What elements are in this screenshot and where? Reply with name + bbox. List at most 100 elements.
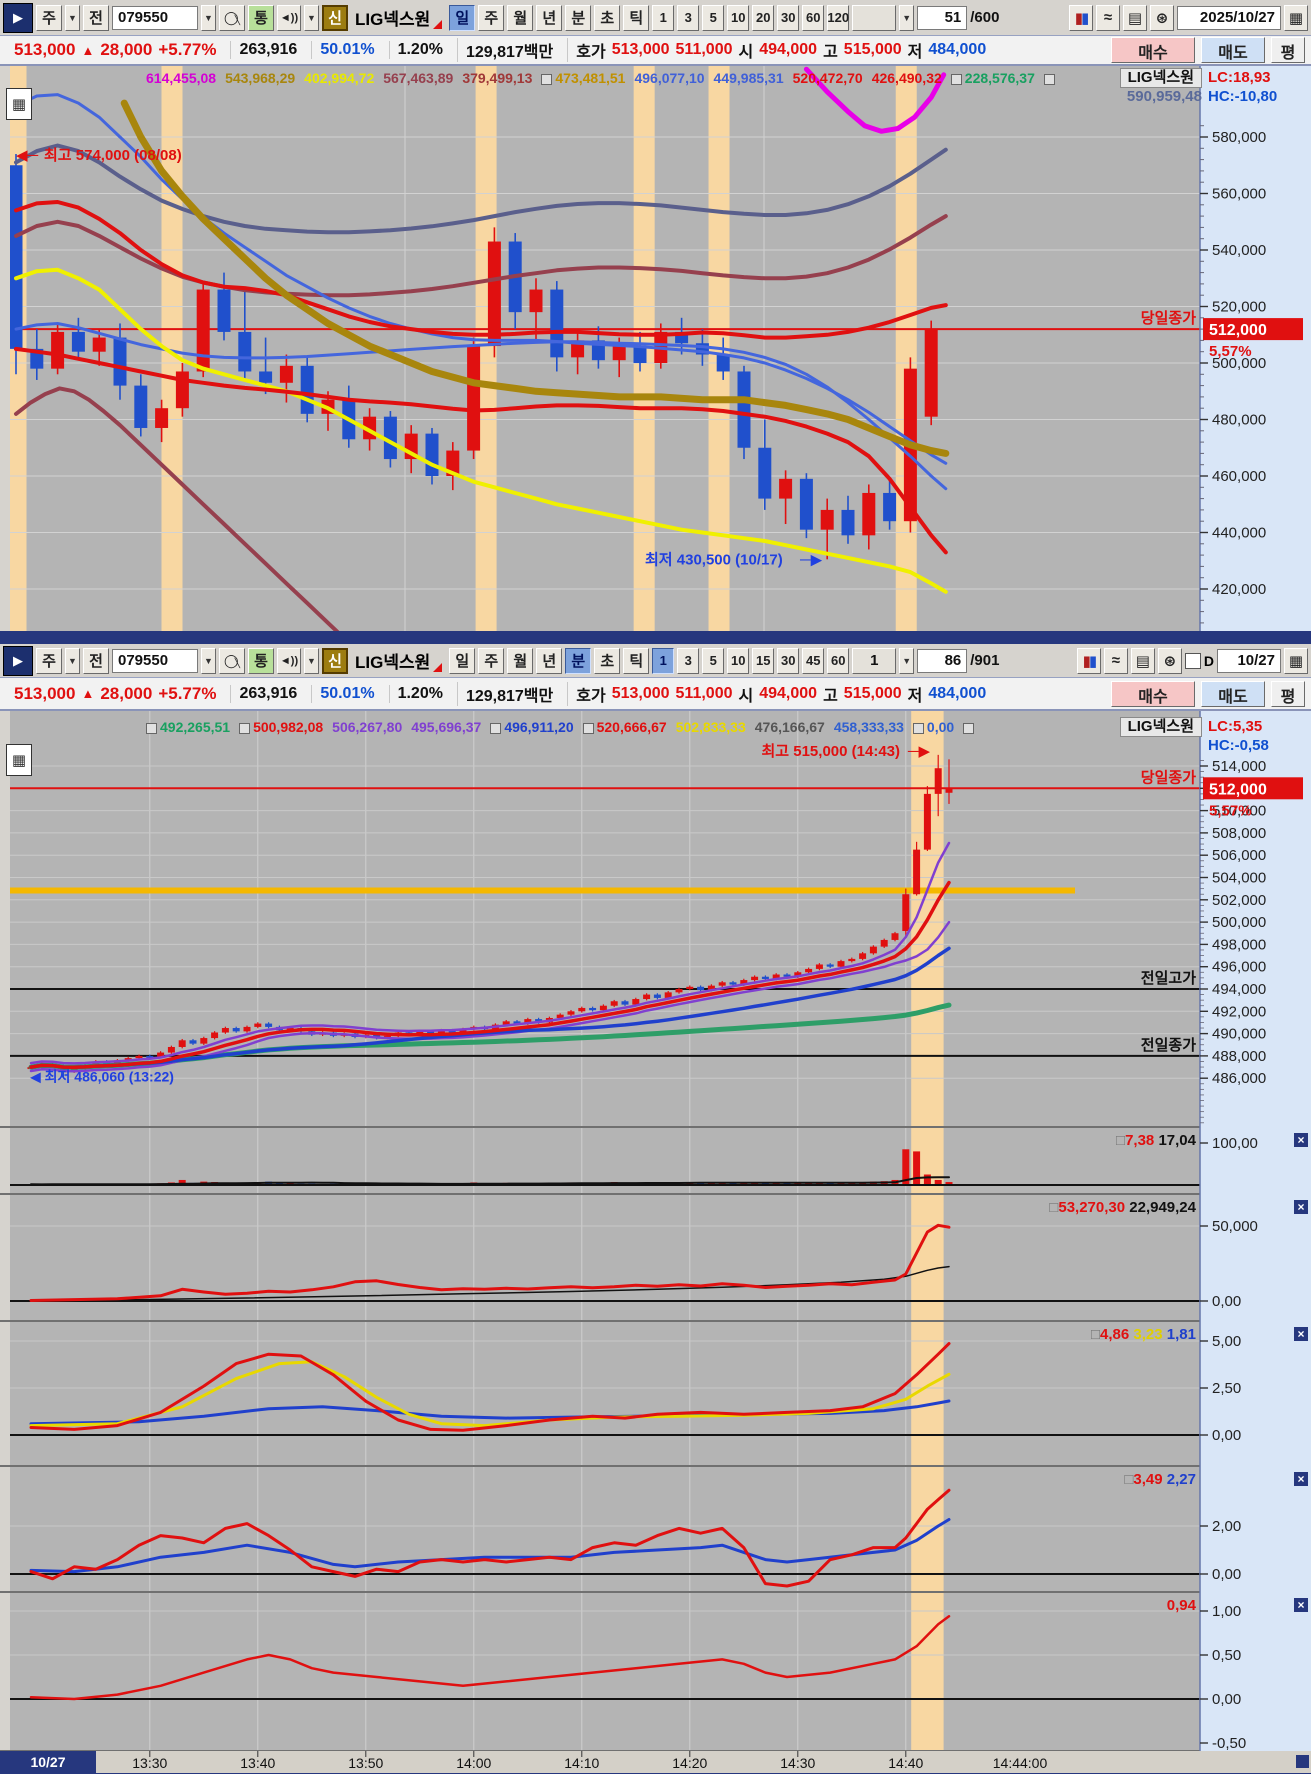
svg-text:×: × [1297,1200,1304,1214]
interval-button-60[interactable]: 60 [827,647,850,674]
window-switch-icon[interactable]: ▶ [3,645,33,676]
interval-button-10[interactable]: 10 [727,4,750,31]
period-week-button[interactable]: 주 [36,647,62,674]
avg-button[interactable]: 평 [1271,680,1305,707]
interval-button-3[interactable]: 3 [677,4,700,31]
interval-button-60[interactable]: 60 [802,4,825,31]
panel-close-button[interactable]: × [1294,1133,1308,1147]
date-input[interactable]: 2025/10/27 [1177,5,1281,30]
panel-close-button[interactable]: × [1294,1598,1308,1612]
interval-button-1[interactable]: 1 [652,4,675,31]
tab-3[interactable]: 년 [536,4,563,31]
interval-button-30[interactable]: 30 [777,647,800,674]
chevron-down-icon[interactable]: ▼ [65,4,80,31]
tab-4[interactable]: 분 [565,4,592,31]
tab-0[interactable]: 일 [449,4,476,31]
search-icon[interactable]: ◯ ╲ [219,647,245,674]
avg-button[interactable]: 평 [1271,37,1305,63]
tab-6[interactable]: 틱 [623,4,650,31]
grid-toggle-button[interactable]: ▦ [6,88,32,120]
interval-button-30[interactable]: 30 [777,4,800,31]
stock-code-input[interactable]: 079550 [112,648,198,673]
interval-select[interactable] [852,4,897,31]
panel-close-button[interactable]: × [1294,1327,1308,1341]
prev-stock-button[interactable]: 전 [83,647,109,674]
interval-button-5[interactable]: 5 [702,647,725,674]
tab-0[interactable]: 일 [449,647,476,674]
stock-code-input[interactable]: 079550 [112,5,198,30]
low-label: 저 [907,44,923,61]
price-change: 28,000 [100,683,153,703]
grid-toggle-button[interactable]: ▦ [6,744,32,776]
svg-text:580,000: 580,000 [1212,129,1266,146]
tab-1[interactable]: 주 [478,647,505,674]
buy-button[interactable]: 매수 [1111,680,1195,707]
calendar-icon[interactable]: ▦ [1284,647,1308,674]
bar-count-input[interactable]: 86 [917,648,968,673]
search-icon[interactable]: ◯ ╲ [219,4,245,31]
extra-value: 590,959,48 [1126,88,1202,105]
bar-count-input[interactable]: 51 [917,5,968,30]
chevron-down-icon[interactable]: ▼ [65,647,80,674]
tab-5[interactable]: 초 [594,647,621,674]
minute-chart-area: 514,000512,000510,000508,000506,000504,0… [0,711,1311,1773]
calendar-icon[interactable]: ▦ [1284,4,1308,31]
chevron-down-icon[interactable]: ▼ [899,647,915,674]
prev-stock-button[interactable]: 전 [83,4,109,31]
interval-button-45[interactable]: 45 [802,647,825,674]
tong-button[interactable]: 통 [248,647,274,674]
sell-button[interactable]: 매도 [1201,680,1265,707]
chevron-down-icon[interactable]: ▼ [899,4,915,31]
save-icon[interactable]: ▤ [1130,647,1155,674]
tab-3[interactable]: 년 [536,647,563,674]
shin-badge: 신 [322,647,348,674]
svg-text:14:40: 14:40 [888,1755,923,1771]
svg-text:14:00: 14:00 [456,1755,491,1771]
toolbar-minute: ▶ 주 ▼ 전 079550 ▼ ◯ ╲ 통 ◄)) ▼ 신 LIG넥스원 일 주 월 년 분 초 틱 1 3 5 10 15 3… [0,644,1311,678]
tab-4[interactable]: 분 [565,647,592,674]
interval-button-3[interactable]: 3 [677,647,700,674]
interval-select[interactable]: 1 [852,647,897,674]
tab-2[interactable]: 월 [507,4,534,31]
panel-close-button[interactable]: × [1294,1472,1308,1486]
chevron-down-icon[interactable]: ▼ [201,647,216,674]
svg-text:0,00: 0,00 [1212,1691,1241,1708]
line-style-icon[interactable]: ≈ [1096,4,1120,31]
interval-button-1[interactable]: 1 [652,647,675,674]
interval-button-5[interactable]: 5 [702,4,725,31]
gear-icon[interactable]: ⊛ [1157,647,1182,674]
panel-close-button[interactable]: × [1294,1200,1308,1214]
candle-style-icon[interactable]: ▮ ▮ [1069,4,1093,31]
legend-item: 502,833,33 [675,719,746,735]
svg-text:14:20: 14:20 [672,1755,707,1771]
date-input[interactable]: 10/27 [1217,648,1281,673]
buy-button[interactable]: 매수 [1111,37,1195,63]
svg-text:508,000: 508,000 [1212,825,1266,842]
tab-6[interactable]: 틱 [623,647,650,674]
tab-1[interactable]: 주 [478,4,505,31]
sell-button[interactable]: 매도 [1201,37,1265,63]
interval-button-20[interactable]: 20 [752,4,775,31]
interval-button-10[interactable]: 10 [727,647,750,674]
candle-style-icon[interactable]: ▮ ▮ [1076,647,1101,674]
svg-text:2,50: 2,50 [1212,1380,1241,1397]
window-switch-icon[interactable]: ▶ [3,2,33,33]
legend-item: 520,666,67 [582,719,667,735]
chevron-down-icon[interactable]: ▼ [304,647,319,674]
gear-icon[interactable]: ⊛ [1150,4,1174,31]
line-style-icon[interactable]: ≈ [1103,647,1128,674]
save-icon[interactable]: ▤ [1123,4,1147,31]
tong-button[interactable]: 통 [248,4,274,31]
chevron-down-icon[interactable]: ▼ [201,4,216,31]
speaker-icon[interactable]: ◄)) [277,4,301,31]
period-week-button[interactable]: 주 [36,4,62,31]
interval-button-15[interactable]: 15 [752,647,775,674]
corner-mark-icon [433,20,443,29]
legend-item: 520,472,70 [792,70,863,86]
chevron-down-icon[interactable]: ▼ [304,4,319,31]
interval-button-120[interactable]: 120 [827,4,850,31]
tab-5[interactable]: 초 [594,4,621,31]
tab-2[interactable]: 월 [507,647,534,674]
d-checkbox[interactable] [1184,652,1201,669]
speaker-icon[interactable]: ◄)) [277,647,301,674]
